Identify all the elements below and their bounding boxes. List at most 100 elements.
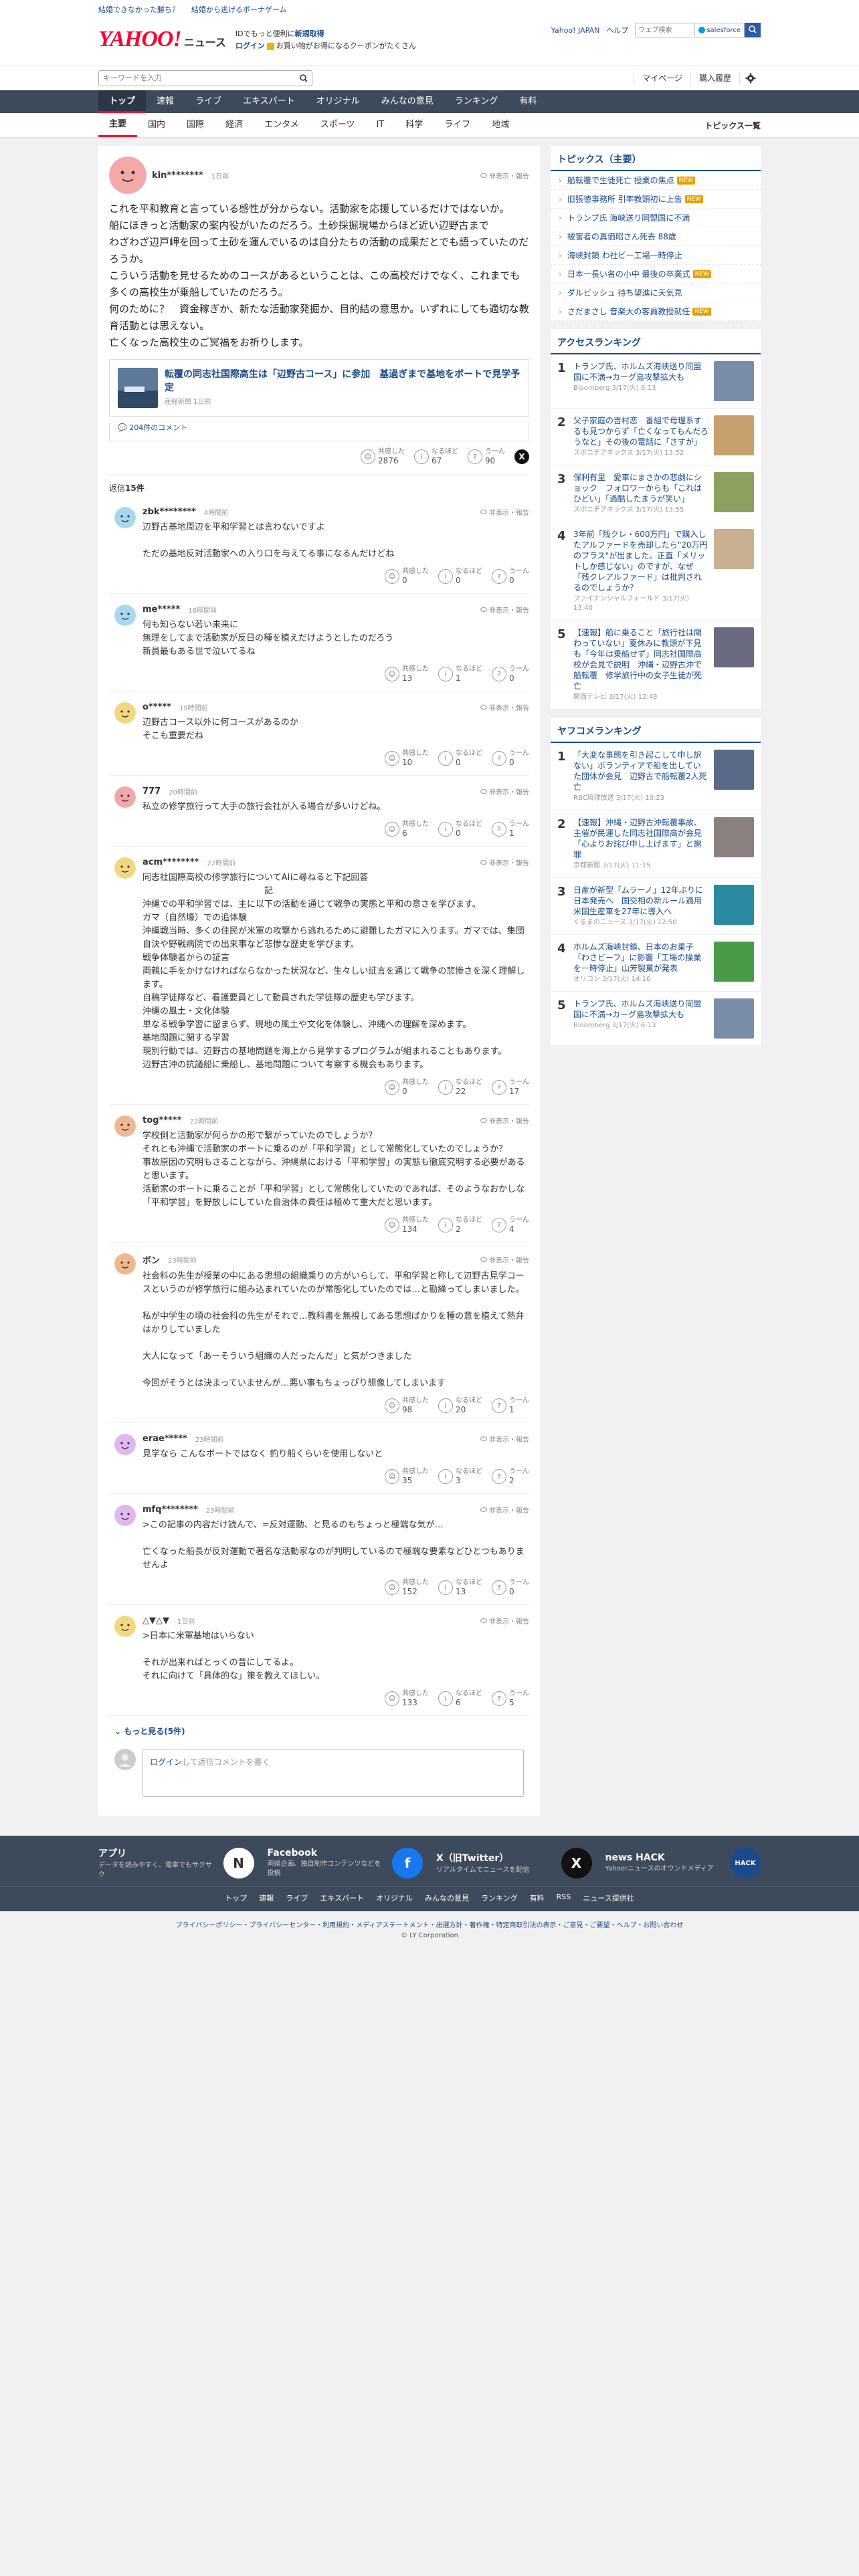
topic-item[interactable]: 海峡封鎖 わ社ビー工場一時停止 [551,246,761,265]
register-link[interactable]: 新規取得 [295,29,324,38]
cat-entertainment[interactable]: エンタメ [254,113,310,137]
topic-item[interactable]: さだまさし 音楽大の客員教授就任NEW [551,302,761,321]
yahoo-news-logo[interactable]: YAHOO! ニュース [98,28,226,51]
ranking-item[interactable]: 4 3年前「残クレ・600万円」で購入したアルファードを売却したら"20万円のプラ… [551,522,761,621]
footer-app-1[interactable]: Facebook 両県企画、独自制作コンテンツなどを投稿 f [268,1846,423,1880]
reply-user[interactable]: △▼△▼ [142,1616,169,1626]
ranking-item[interactable]: 2 父子家庭の吉村恋 番組で母理系するも見つからず「亡くなってもんだろうなと」その… [551,409,761,465]
hmm-reaction[interactable]: ? うーん 1 [492,821,529,838]
hmm-reaction[interactable]: ? うーん 0 [492,568,529,585]
login-link[interactable]: ログイン [235,41,265,50]
reply-user[interactable]: zbk******** [142,507,196,517]
reply-user[interactable]: o***** [142,702,171,712]
empathy-reaction[interactable]: ☺ 共感した 152 [385,1579,429,1596]
web-search-input[interactable] [635,23,696,37]
hide-report-link[interactable]: 非表示・報告 [480,1505,529,1515]
footer-nav-link[interactable]: ライブ [286,1893,308,1903]
hmm-reaction[interactable]: ? うーん 0 [492,665,529,683]
ranking-item[interactable]: 3 保利有里 愛車にまさかの悲劇にショック フォロワーからも「これはひどい」「過酷… [551,465,761,522]
hmm-reaction[interactable]: ? うーん 5 [492,1690,529,1707]
cat-life[interactable]: ライフ [434,113,481,137]
empathy-reaction[interactable]: ☺ 共感した 2876 [361,448,405,465]
naruhodo-reaction[interactable]: i なるほど 6 [438,1690,482,1707]
web-search-button[interactable] [745,23,761,37]
purchase-history-link[interactable]: 購入履歴 [690,72,739,85]
gnav-opinion[interactable]: みんなの意見 [371,90,444,113]
reply-user[interactable]: mfq******** [142,1505,198,1515]
footer-nav-link[interactable]: 速報 [259,1893,274,1903]
hide-report-link[interactable]: 非表示・報告 [480,857,529,867]
settings-button[interactable] [739,73,761,84]
help-link[interactable]: ヘルプ [606,25,628,35]
keyword-input[interactable] [99,71,296,86]
empathy-reaction[interactable]: ☺ 共感した 13 [385,665,429,683]
yahoo-japan-link[interactable]: Yahoo! JAPAN [551,26,600,35]
hide-report-link[interactable]: 非表示・報告 [480,1616,529,1626]
hide-report-link[interactable]: 非表示・報告 [480,507,529,517]
reply-user[interactable]: 777 [142,786,161,796]
gnav-paid[interactable]: 有料 [508,90,547,113]
more-replies-button[interactable]: ⌄ もっと見る(5件) [109,1716,529,1746]
reply-input[interactable]: ログインして返信コメントを書く [142,1749,524,1797]
keyword-search-button[interactable] [296,71,312,86]
article-title[interactable]: 転覆の同志社国際高生は「辺野古コース」に参加 基過ぎまで基地をボートで見学予定 [165,368,520,395]
topic-item[interactable]: 船転覆で生徒死亡 授業の焦点NEW [551,171,761,190]
reply-user[interactable]: me***** [142,605,180,615]
footer-nav-link[interactable]: オリジナル [376,1893,413,1903]
hmm-reaction[interactable]: ? うーん 2 [492,1468,529,1485]
mypage-link[interactable]: マイページ [634,72,690,85]
empathy-reaction[interactable]: ☺ 共感した 6 [385,821,429,838]
reply-user[interactable]: ボン [142,1253,160,1266]
naruhodo-reaction[interactable]: i なるほど 2 [438,1216,482,1234]
cat-science[interactable]: 科学 [395,113,434,137]
cat-local[interactable]: 地域 [481,113,520,137]
hmm-reaction[interactable]: ? うーん 90 [468,448,505,465]
ranking-item[interactable]: 1 トランプ氏、ホルムズ海峡送り同盟国に不満→カーグ島攻撃拡大も Bloomberg… [551,354,761,409]
topics-list-link[interactable]: トピックス一覧 [704,120,761,131]
hmm-reaction[interactable]: ? うーん 17 [492,1079,529,1096]
promo-link-1[interactable]: 結婚できなかった勝ち？ [98,4,179,15]
cat-economy[interactable]: 経済 [215,113,254,137]
reply-login-link[interactable]: ログイン [150,1757,182,1767]
ranking-item[interactable]: 4 ホルムズ海峡封鎖、日本のお菓子「わさビーフ」に影響「工場の操業を一時停止」山芳… [551,935,761,992]
x-share-button[interactable]: X [514,449,529,464]
ranking-item[interactable]: 3 日産が新型「ムラーノ」12年ぶりに日本発売へ 国交相の新ルール適用 米国生産車… [551,878,761,935]
footer-nav-link[interactable]: みんなの意見 [425,1893,469,1903]
footer-app-3[interactable]: news HACK Yahoo!ニュースのオウンドメディア HACK [605,1846,761,1880]
footer-nav-link[interactable]: トップ [225,1893,247,1903]
naruhodo-reaction[interactable]: i なるほど 0 [438,821,482,838]
salesforce-ad[interactable]: salesforce [695,23,745,37]
topic-item[interactable]: ダルビッシュ 待ち望進に天気見 [551,284,761,302]
naruhodo-reaction[interactable]: i なるほど 13 [438,1579,482,1596]
hide-report-link[interactable]: 非表示・報告 [480,786,529,796]
naruhodo-reaction[interactable]: i なるほど 0 [438,568,482,585]
article-comment-count[interactable]: 💬 204件のコメント [109,422,529,441]
reply-user[interactable]: erae***** [142,1434,187,1444]
hide-report-link[interactable]: 非表示・報告 [480,605,529,615]
empathy-reaction[interactable]: ☺ 共感した 133 [385,1690,429,1707]
footer-nav-link[interactable]: RSS [557,1893,571,1903]
hide-report-link[interactable]: 非表示・報告 [480,1115,529,1125]
hmm-reaction[interactable]: ? うーん 0 [492,750,529,767]
reply-user[interactable]: tog***** [142,1115,181,1125]
naruhodo-reaction[interactable]: i なるほど 22 [438,1079,482,1096]
hmm-reaction[interactable]: ? うーん 4 [492,1216,529,1234]
reply-user[interactable]: acm******** [142,857,199,867]
cat-world[interactable]: 国際 [176,113,215,137]
empathy-reaction[interactable]: ☺ 共感した 10 [385,750,429,767]
empathy-reaction[interactable]: ☺ 共感した 0 [385,1079,429,1096]
ranking-item[interactable]: 2 【速報】沖縄・辺野古沖転覆事故、主催が民運した同志社国際高が会見「心よりお詫び… [551,811,761,878]
topic-item[interactable]: 旧張徳事務所 引率教頭初に上告NEW [551,190,761,209]
gnav-original[interactable]: オリジナル [306,90,371,113]
gnav-top[interactable]: トップ [98,90,147,113]
gnav-flash[interactable]: 速報 [146,90,185,113]
cat-main[interactable]: 主要 [98,113,138,137]
naruhodo-reaction[interactable]: i なるほど 1 [438,665,482,683]
cat-it[interactable]: IT [365,113,395,137]
empathy-reaction[interactable]: ☺ 共感した 134 [385,1216,429,1234]
naruhodo-reaction[interactable]: i なるほど 3 [438,1468,482,1485]
naruhodo-reaction[interactable]: i なるほど 0 [438,750,482,767]
footer-app-0[interactable]: アプリ データを読みやすく、電車でもサクサク N [98,1846,254,1880]
naruhodo-reaction[interactable]: i なるほど 67 [414,448,458,465]
hide-report-link[interactable]: 非表示・報告 [480,171,529,181]
